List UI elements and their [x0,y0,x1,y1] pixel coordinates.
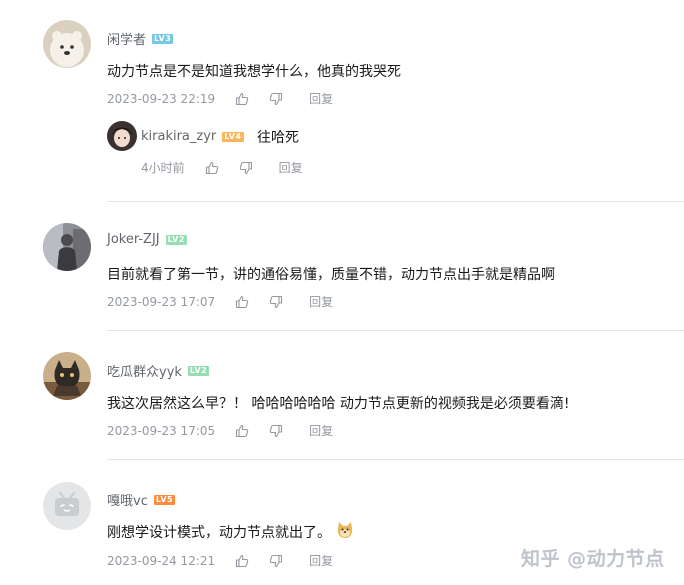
comment-username[interactable]: 嘎哦vc LV5 [107,490,176,509]
dislike-icon[interactable] [239,161,253,175]
comment-username[interactable]: 闲学者 LV3 [107,29,174,48]
comment-meta: 2023-09-24 12:21 回复 [107,552,333,569]
dislike-icon[interactable] [269,295,283,309]
like-icon[interactable] [235,92,249,106]
divider [107,459,684,460]
comment-text: 我这次居然这么早？！ 哈哈哈哈哈哈 动力节点更新的视频我是必须要看滴! [107,396,570,412]
reply-meta: 4小时前 回复 [141,159,303,176]
comment-time: 2023-09-23 17:05 [107,423,216,438]
comment-time: 2023-09-24 12:21 [107,553,216,568]
bilibili-tv-default-avatar[interactable] [43,482,91,530]
comment-time: 2023-09-23 17:07 [107,294,216,309]
level-badge: LV3 [152,33,174,44]
comment-meta: 2023-09-23 17:05 回复 [107,422,333,439]
comment-username[interactable]: 吃瓜群众yyk LV2 [107,361,210,380]
polar-bear-avatar[interactable] [43,20,91,68]
reply-button[interactable]: 回复 [309,422,333,439]
comment-time: 2023-09-23 22:19 [107,91,216,106]
dislike-icon[interactable] [269,554,283,568]
divider [107,201,684,202]
comment-text: 动力节点是不是知道我想学什么，他真的我哭死 [107,64,401,80]
comment-text: 目前就看了第一节，讲的通俗易懂，质量不错，动力节点出手就是精品啊 [107,267,555,283]
zhihu-watermark: 知乎 @动力节点 [521,548,665,570]
comment-username[interactable]: Joker-ZJJ LV2 [107,232,187,247]
divider [107,330,684,331]
like-icon[interactable] [235,295,249,309]
reply-time: 4小时前 [141,161,185,175]
like-icon[interactable] [205,161,219,175]
reply-button[interactable]: 回复 [309,90,333,107]
dislike-icon[interactable] [269,424,283,438]
reply-text: 往哈死 [257,130,299,146]
comment-meta: 2023-09-23 17:07 回复 [107,293,333,310]
like-icon[interactable] [235,554,249,568]
doge-emoji [335,520,355,540]
level-badge: LV2 [165,234,187,245]
dislike-icon[interactable] [269,92,283,106]
level-badge: LV2 [187,365,210,376]
level-badge: LV5 [153,494,176,505]
comment-text: 刚想学设计模式，动力节点就出了。 [107,522,355,542]
level-badge: LV4 [222,131,244,142]
reply-username[interactable]: kirakira_zyr LV4 [141,129,244,144]
reply-button[interactable]: 回复 [309,293,333,310]
anime-girl-avatar[interactable] [107,121,137,151]
photo-person-avatar[interactable] [43,223,91,271]
like-icon[interactable] [235,424,249,438]
cat-portrait-avatar[interactable] [43,352,91,400]
reply-button[interactable]: 回复 [309,552,333,569]
comment-meta: 2023-09-23 22:19 回复 [107,90,333,107]
reply-button[interactable]: 回复 [279,159,303,176]
